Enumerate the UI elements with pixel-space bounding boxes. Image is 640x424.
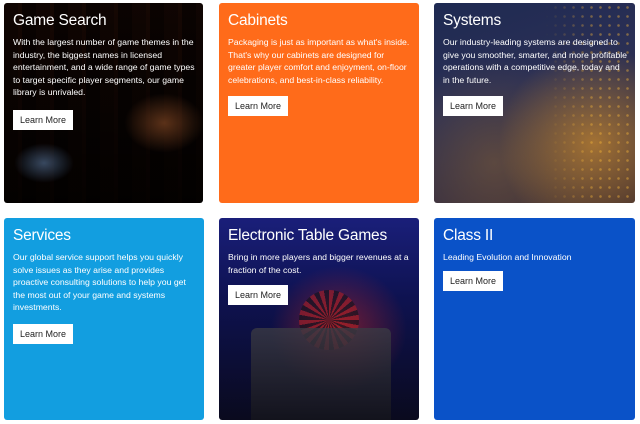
tile-title: Electronic Table Games xyxy=(228,227,388,244)
background-glow xyxy=(14,143,74,183)
tile-game-search[interactable]: Game Search With the largest number of g… xyxy=(4,3,203,203)
tile-description: Our global service support helps you qui… xyxy=(13,252,186,313)
tile-title: Game Search xyxy=(13,12,107,29)
learn-more-button[interactable]: Learn More xyxy=(443,96,504,116)
learn-more-button[interactable]: Learn More xyxy=(228,285,289,305)
tile-description: With the largest number of game themes i… xyxy=(13,37,195,98)
tile-title: Systems xyxy=(443,12,502,29)
tile-electronic-table-games[interactable]: Electronic Table Games Bring in more pla… xyxy=(219,218,419,420)
tile-description: Our industry-leading systems are designe… xyxy=(443,37,627,85)
tile-description: Packaging is just as important as what's… xyxy=(228,37,410,85)
background-glow xyxy=(124,93,203,153)
learn-more-button[interactable]: Learn More xyxy=(13,110,74,130)
learn-more-button[interactable]: Learn More xyxy=(443,271,504,291)
tile-class-ii[interactable]: Class II Leading Evolution and Innovatio… xyxy=(434,218,635,420)
learn-more-button[interactable]: Learn More xyxy=(228,96,289,116)
tile-services[interactable]: Services Our global service support help… xyxy=(4,218,204,420)
tile-description: Leading Evolution and Innovation xyxy=(443,252,572,262)
tile-title: Class II xyxy=(443,227,494,244)
tile-title: Cabinets xyxy=(228,12,288,29)
learn-more-button[interactable]: Learn More xyxy=(13,324,74,344)
tile-description: Bring in more players and bigger revenue… xyxy=(228,252,409,275)
tile-systems[interactable]: Systems Our industry-leading systems are… xyxy=(434,3,635,203)
table-machine-image xyxy=(251,328,391,420)
tile-cabinets[interactable]: Cabinets Packaging is just as important … xyxy=(219,3,419,203)
tile-title: Services xyxy=(13,227,71,244)
